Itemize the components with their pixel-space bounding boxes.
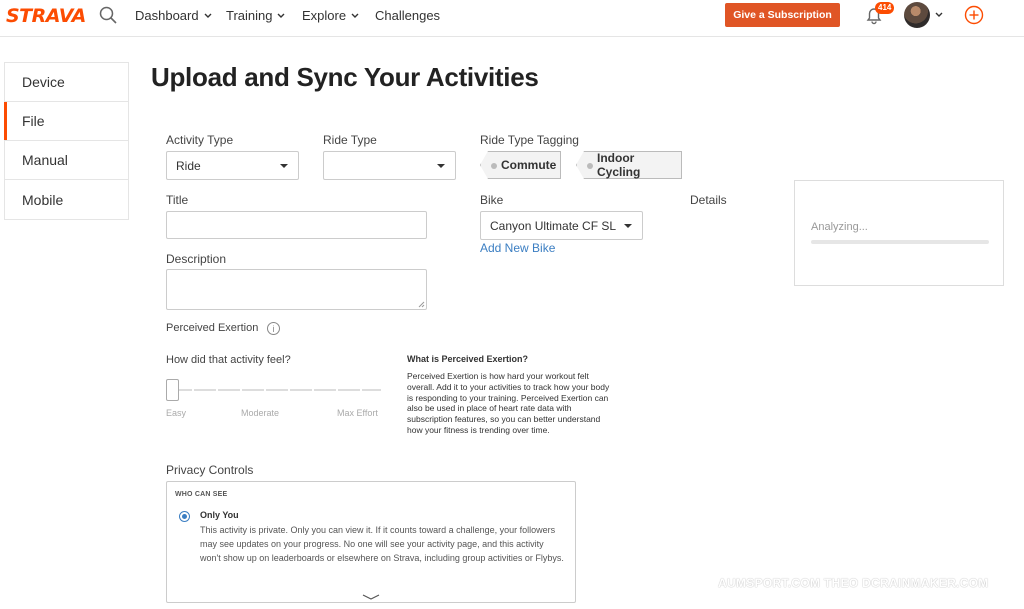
nav-dashboard-label: Dashboard [135,8,199,23]
notification-badge: 414 [875,2,895,14]
chevron-down-icon [277,13,285,18]
chevron-down-icon [351,13,359,18]
only-you-label[interactable]: Only You [200,510,239,520]
bike-value: Canyon Ultimate CF SL [490,218,617,233]
details-label: Details [690,193,727,207]
tag-commute[interactable]: Commute [480,151,561,179]
sidebar-item-file[interactable]: File [4,102,128,141]
activity-type-value: Ride [176,158,201,173]
bike-select[interactable]: Canyon Ultimate CF SL [480,211,643,240]
nav-challenges[interactable]: Challenges [375,8,440,23]
privacy-panel: WHO CAN SEE Only You This activity is pr… [166,481,576,603]
title-label: Title [166,193,189,207]
pe-info-title: What is Perceived Exertion? [407,354,529,364]
pe-info-text: Perceived Exertion is how hard your work… [407,371,610,435]
exertion-slider-handle[interactable] [166,379,179,401]
feel-question: How did that activity feel? [166,354,291,366]
activity-type-label: Activity Type [166,133,234,147]
slider-label-max: Max Effort [337,408,378,418]
sidebar-item-label: Device [22,74,65,90]
watermark: AUMSPORT.COM THEO DCRAINMAKER.COM [718,576,989,590]
tag-label: Indoor Cycling [597,151,641,179]
ride-type-tagging-label: Ride Type Tagging [480,133,579,147]
privacy-controls-label: Privacy Controls [166,463,254,477]
caret-down-icon [280,164,288,168]
resize-handle-icon[interactable] [418,301,425,308]
bike-label: Bike [480,193,504,207]
search-icon[interactable] [99,6,117,24]
slider-label-easy: Easy [166,408,187,418]
nav-explore[interactable]: Explore [302,8,359,23]
ride-type-select[interactable] [323,151,456,180]
chevron-down-icon [204,13,212,18]
analyzing-progress-bar [811,240,989,244]
title-input[interactable] [166,211,427,239]
sidebar-item-mobile[interactable]: Mobile [5,180,128,219]
who-can-see-label: WHO CAN SEE [175,491,228,498]
caret-down-icon [437,164,445,168]
ride-type-label: Ride Type [323,133,377,147]
add-new-bike-link[interactable]: Add New Bike [480,241,555,255]
nav-dashboard[interactable]: Dashboard [135,8,212,23]
sidebar-item-device[interactable]: Device [5,63,128,102]
chevron-down-icon[interactable] [362,593,380,601]
analyzing-text: Analyzing... [811,221,868,233]
exertion-slider-track[interactable] [170,389,381,391]
only-you-description: This activity is private. Only you can v… [200,525,564,563]
sidebar-item-label: Manual [22,152,68,168]
only-you-radio[interactable] [179,511,190,522]
sidebar-item-label: File [22,113,45,129]
activity-type-select[interactable]: Ride [166,151,299,180]
tag-label: Commute [501,158,557,172]
description-label: Description [166,252,227,266]
upload-method-tabs: Device File Manual Mobile [4,62,129,220]
nav-training[interactable]: Training [226,8,285,23]
sidebar-item-label: Mobile [22,191,64,208]
nav-challenges-label: Challenges [375,8,441,23]
tag-dot-icon [491,163,497,169]
strava-logo[interactable]: STRAVA [6,5,86,27]
caret-down-icon [624,224,632,228]
perceived-exertion-label: Perceived Exertion [166,322,259,334]
nav-explore-label: Explore [302,8,347,23]
give-subscription-button[interactable]: Give a Subscription [725,3,840,27]
chevron-down-icon[interactable] [935,12,943,18]
slider-label-moderate: Moderate [241,408,280,418]
description-textarea[interactable] [166,269,427,310]
info-icon[interactable]: i [267,322,280,335]
avatar[interactable] [904,2,930,28]
tag-dot-icon [587,163,593,169]
tag-indoor-cycling[interactable]: Indoor Cycling [576,151,682,179]
sidebar-item-manual[interactable]: Manual [5,141,128,180]
details-panel: Analyzing... [794,180,1004,286]
top-nav: STRAVA Dashboard Training Explore Challe… [0,0,1024,37]
plus-circle-icon[interactable] [964,5,984,25]
page-title: Upload and Sync Your Activities [151,62,539,92]
nav-training-label: Training [226,8,273,23]
